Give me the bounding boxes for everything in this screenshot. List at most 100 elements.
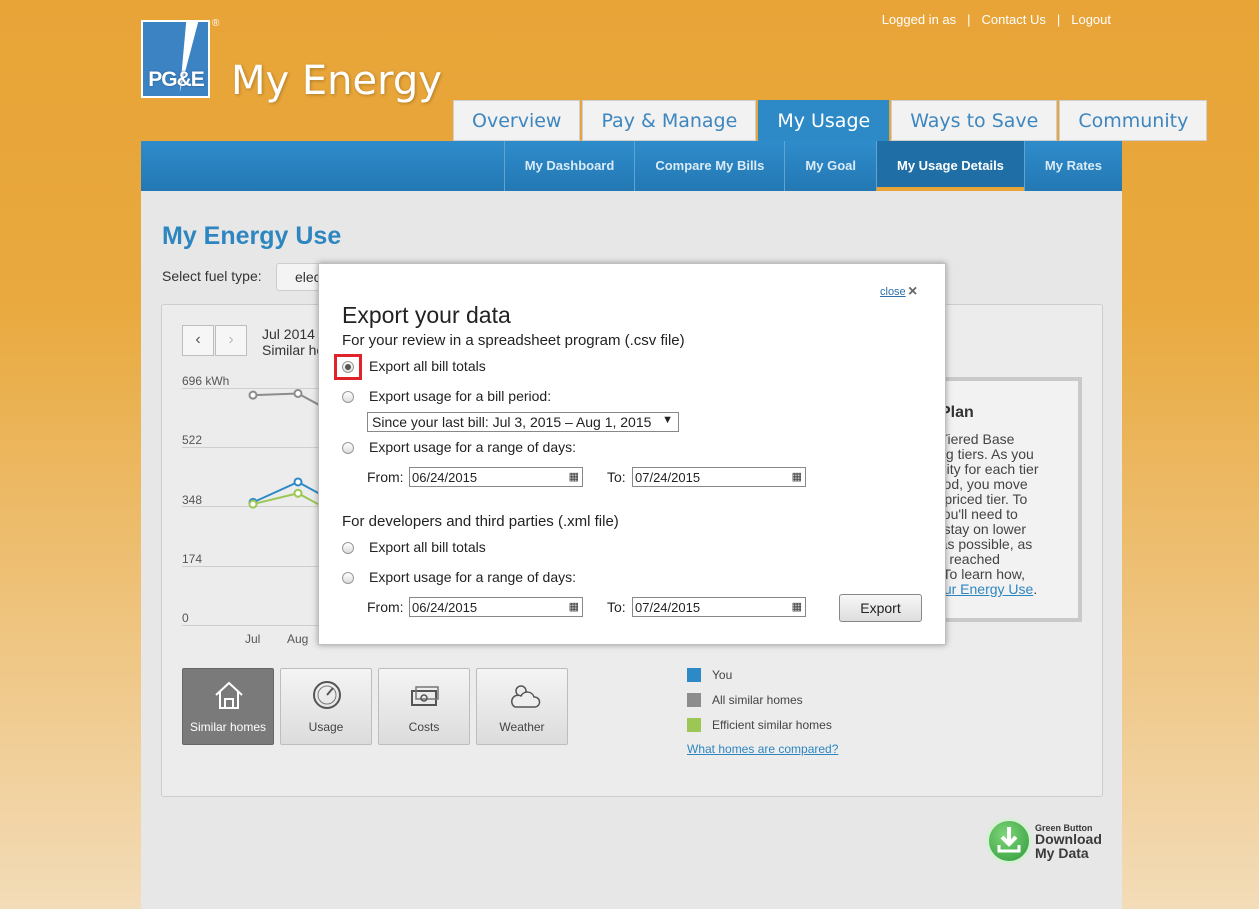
csv-from-value: 06/24/2015	[412, 470, 478, 485]
period-line1: Jul 2014	[262, 326, 315, 342]
tab-overview[interactable]: Overview	[453, 100, 581, 141]
csv-heading: For your review in a spreadsheet program…	[342, 332, 685, 349]
data-point[interactable]	[293, 488, 303, 498]
homes-compared-link[interactable]: What homes are compared?	[687, 742, 838, 756]
series-line	[252, 492, 320, 507]
next-period-button[interactable]: ›	[215, 325, 247, 356]
subnav-my-dashboard[interactable]: My Dashboard	[503, 141, 635, 191]
app-title: My Energy	[231, 58, 442, 104]
usage-button[interactable]: Usage	[280, 668, 372, 745]
data-point[interactable]	[293, 388, 303, 398]
x-tick-label: Jul	[245, 632, 261, 646]
usage-label: Usage	[308, 720, 344, 734]
csv-to-date-input[interactable]: 07/24/2015 ▦	[632, 467, 806, 487]
costs-label: Costs	[408, 720, 440, 734]
period-line2: Similar ho	[262, 342, 325, 358]
calendar-icon[interactable]: ▦	[569, 470, 579, 483]
xml-range-label: Export usage for a range of days:	[369, 569, 577, 585]
green-button-line1: Download	[1035, 831, 1102, 847]
house-icon	[215, 681, 243, 709]
xml-heading: For developers and third parties (.xml f…	[342, 513, 619, 530]
calendar-icon[interactable]: ▦	[792, 600, 802, 613]
weather-button[interactable]: Weather	[476, 668, 568, 745]
green-button-download-icon[interactable]	[986, 818, 1032, 864]
logo-registered-mark: ®	[212, 18, 220, 29]
y-tick-label: 696 kWh	[182, 374, 230, 388]
xml-range-radio[interactable]	[342, 572, 354, 584]
export-button[interactable]: Export	[839, 594, 922, 622]
logout-link[interactable]: Logout	[1060, 12, 1122, 27]
rate-plan-text: d Tiered Base cing tiers. As you tricity…	[928, 432, 1078, 597]
y-tick-label: 0	[182, 611, 189, 625]
legend-you: You	[712, 668, 733, 682]
fuel-type-label: Select fuel type:	[162, 268, 262, 284]
y-tick-label: 522	[182, 433, 203, 447]
csv-from-date-input[interactable]: 06/24/2015 ▦	[409, 467, 583, 487]
xml-all-bill-totals-radio[interactable]	[342, 542, 354, 554]
tab-ways-to-save[interactable]: Ways to Save	[891, 100, 1058, 141]
xml-all-bill-totals-label: Export all bill totals	[369, 539, 486, 555]
data-point[interactable]	[293, 477, 303, 487]
legend-swatch-efficient	[687, 718, 701, 732]
download-icon	[997, 827, 1021, 853]
series-line	[252, 392, 320, 407]
period-label: Jul 2014 Similar ho	[262, 326, 324, 358]
costs-button[interactable]: Costs	[378, 668, 470, 745]
logged-in-label: Logged in as	[881, 12, 957, 27]
dropdown-arrow-icon: ▼	[662, 414, 673, 426]
green-button-line2: My Data	[1035, 845, 1089, 861]
page-title: My Energy Use	[162, 222, 342, 250]
modal-title: Export your data	[342, 302, 511, 328]
calendar-icon[interactable]: ▦	[792, 470, 802, 483]
green-button-label[interactable]: Download My Data	[1035, 832, 1115, 860]
subnav-my-goal[interactable]: My Goal	[784, 141, 876, 191]
similar-homes-button[interactable]: Similar homes	[182, 668, 274, 745]
prev-period-button[interactable]: ‹	[182, 325, 214, 356]
tab-pay-manage[interactable]: Pay & Manage	[582, 100, 757, 141]
xml-from-label: From:	[367, 599, 404, 615]
tab-my-usage[interactable]: My Usage	[758, 100, 890, 141]
usage-line-chart	[248, 388, 320, 509]
data-point[interactable]	[248, 499, 258, 509]
bill-period-select[interactable]: Since your last bill: Jul 3, 2015 – Aug …	[367, 412, 679, 432]
tab-community[interactable]: Community	[1059, 100, 1208, 141]
data-point[interactable]	[248, 390, 258, 400]
main-tabs: Overview Pay & Manage My Usage Ways to S…	[453, 100, 1208, 141]
subnav-compare-bills[interactable]: Compare My Bills	[634, 141, 784, 191]
csv-to-label: To:	[607, 469, 626, 485]
sub-nav: My Dashboard Compare My Bills My Goal My…	[141, 141, 1122, 191]
contact-us-link[interactable]: Contact Us	[971, 12, 1057, 27]
xml-to-date-input[interactable]: 07/24/2015 ▦	[632, 597, 806, 617]
legend-swatch-all-similar	[687, 693, 701, 707]
calendar-icon[interactable]: ▦	[569, 600, 579, 613]
csv-to-value: 07/24/2015	[635, 470, 701, 485]
logo-text: PG&E	[148, 68, 205, 91]
xml-from-value: 06/24/2015	[412, 600, 478, 615]
legend-efficient: Efficient similar homes	[712, 718, 832, 732]
csv-from-label: From:	[367, 469, 404, 485]
xml-to-value: 07/24/2015	[635, 600, 701, 615]
x-tick-label: Aug	[287, 632, 309, 646]
selection-highlight	[334, 354, 362, 380]
y-tick-label: 348	[182, 493, 203, 507]
similar-homes-label: Similar homes	[189, 720, 267, 734]
chevron-left-icon: ‹	[195, 331, 201, 348]
gauge-icon	[313, 681, 341, 709]
legend-swatch-you	[687, 668, 701, 682]
rate-plan-period: .	[1033, 581, 1038, 597]
subnav-usage-details[interactable]: My Usage Details	[875, 141, 1024, 191]
subnav-my-rates[interactable]: My Rates	[1023, 141, 1122, 191]
xml-from-date-input[interactable]: 06/24/2015 ▦	[409, 597, 583, 617]
csv-range-radio[interactable]	[342, 442, 354, 454]
legend-all-similar: All similar homes	[712, 693, 803, 707]
top-links: Logged in as | Contact Us | Logout	[871, 12, 1122, 27]
close-icon[interactable]: ×	[908, 283, 917, 301]
chevron-right-icon: ›	[228, 331, 234, 348]
money-icon	[411, 686, 439, 706]
csv-bill-period-radio[interactable]	[342, 391, 354, 403]
csv-bill-period-label: Export usage for a bill period:	[369, 388, 552, 404]
bill-period-value: Since your last bill: Jul 3, 2015 – Aug …	[372, 414, 652, 430]
modal-close-link[interactable]: close	[880, 286, 906, 298]
weather-label: Weather	[499, 720, 545, 734]
weather-icon	[511, 685, 541, 708]
